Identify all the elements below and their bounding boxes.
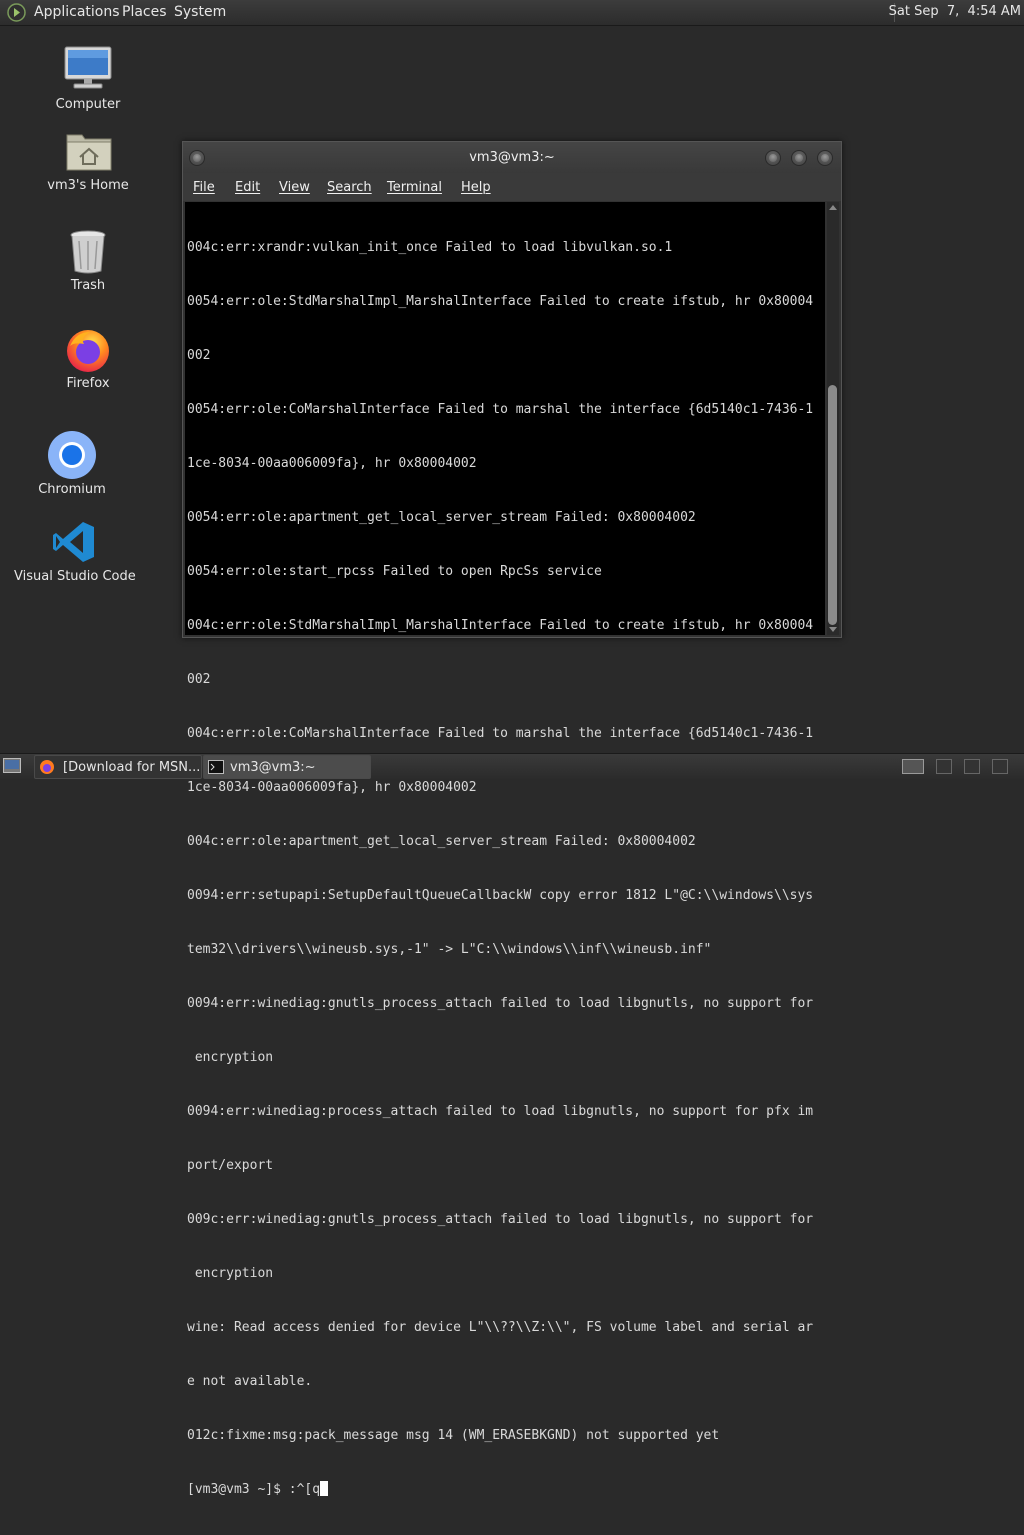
terminal-line: 004c:err:xrandr:vulkan_init_once Failed … bbox=[187, 240, 673, 255]
desktop-icon-label: Firefox bbox=[66, 376, 110, 391]
system-menu[interactable]: System bbox=[174, 4, 226, 20]
terminal-line: 0054:err:ole:start_rpcss Failed to open … bbox=[187, 564, 602, 579]
terminal-line: 0054:err:ole:CoMarshalInterface Failed t… bbox=[187, 402, 814, 417]
desktop-icon-label: Trash bbox=[70, 278, 106, 293]
places-menu[interactable]: Places bbox=[122, 4, 167, 20]
terminal-line: e not available. bbox=[187, 1374, 313, 1389]
desktop-icon-vscode[interactable]: Visual Studio Code bbox=[14, 518, 136, 588]
terminal-line: 0094:err:setupapi:SetupDefaultQueueCallb… bbox=[187, 888, 814, 903]
applications-logo-icon[interactable] bbox=[7, 3, 26, 22]
desktop-icon-label: Chromium bbox=[38, 482, 106, 497]
workspace-switcher-active[interactable] bbox=[902, 759, 924, 774]
home-folder-icon bbox=[66, 134, 112, 171]
terminal-cursor bbox=[320, 1481, 329, 1496]
terminal-line: wine: Read access denied for device L"\\… bbox=[187, 1320, 814, 1335]
terminal-line: 004c:err:ole:apartment_get_local_server_… bbox=[187, 834, 696, 849]
terminal-line: 0094:err:winediag:gnutls_process_attach … bbox=[187, 996, 814, 1011]
scroll-down-arrow[interactable] bbox=[829, 627, 837, 632]
top-panel: Applications Places System Sat Sep 7, 4:… bbox=[0, 0, 1024, 26]
chromium-icon bbox=[48, 431, 96, 479]
terminal-icon bbox=[208, 760, 224, 774]
desktop-icon-home[interactable]: vm3's Home bbox=[40, 127, 136, 197]
terminal-line: encryption bbox=[187, 1050, 274, 1065]
firefox-icon bbox=[40, 760, 54, 774]
desktop-icon-label: vm3's Home bbox=[47, 178, 129, 193]
terminal-output[interactable]: 004c:err:xrandr:vulkan_init_once Failed … bbox=[185, 202, 825, 1497]
desktop-icon-firefox[interactable]: Firefox bbox=[40, 325, 136, 395]
menu-edit[interactable]: Edit bbox=[235, 180, 260, 195]
trash-icon bbox=[70, 230, 106, 274]
desktop-icon-computer[interactable]: Computer bbox=[40, 44, 136, 116]
menu-search[interactable]: Search bbox=[327, 180, 372, 195]
firefox-icon bbox=[67, 330, 109, 372]
window-title: vm3@vm3:~ bbox=[469, 150, 555, 165]
terminal-prompt-line[interactable]: [vm3@vm3 ~]$ :^[q bbox=[187, 1481, 827, 1499]
terminal-line: 0054:err:ole:StdMarshalImpl_MarshalInter… bbox=[187, 294, 814, 309]
scroll-up-arrow[interactable] bbox=[829, 205, 837, 210]
computer-icon bbox=[64, 46, 112, 89]
clock[interactable]: Sat Sep 7, 4:54 AM bbox=[889, 4, 1021, 19]
close-button[interactable] bbox=[817, 150, 833, 166]
terminal-line: 004c:err:ole:StdMarshalImpl_MarshalInter… bbox=[187, 618, 814, 633]
menu-help[interactable]: Help bbox=[461, 180, 491, 195]
terminal-menubar: File Edit View Search Terminal Help bbox=[183, 173, 841, 201]
vscode-icon bbox=[53, 522, 94, 562]
menu-terminal[interactable]: Terminal bbox=[387, 180, 442, 195]
taskbar-item-terminal[interactable]: vm3@vm3:~ bbox=[203, 755, 371, 779]
terminal-scrollbar[interactable] bbox=[827, 202, 839, 635]
menu-file[interactable]: File bbox=[193, 180, 215, 195]
taskbar-item-firefox[interactable]: [Download for MSN... bbox=[34, 755, 202, 779]
desktop-icon-chromium[interactable]: Chromium bbox=[24, 429, 120, 499]
window-titlebar[interactable]: vm3@vm3:~ bbox=[183, 142, 841, 173]
desktop-icon-trash[interactable]: Trash bbox=[40, 227, 136, 297]
terminal-line: 0094:err:winediag:process_attach failed … bbox=[187, 1104, 814, 1119]
terminal-line: 1ce-8034-00aa006009fa}, hr 0x80004002 bbox=[187, 456, 477, 471]
terminal-line: encryption bbox=[187, 1266, 274, 1281]
minimize-button[interactable] bbox=[765, 150, 781, 166]
scrollbar-thumb[interactable] bbox=[828, 385, 837, 625]
taskbar-item-label: [Download for MSN... bbox=[63, 760, 201, 775]
workspace-4[interactable] bbox=[992, 759, 1008, 774]
terminal-line: 002 bbox=[187, 348, 211, 363]
workspace-2[interactable] bbox=[936, 759, 952, 774]
desktop-icon-label: Computer bbox=[55, 97, 121, 112]
terminal-line: 1ce-8034-00aa006009fa}, hr 0x80004002 bbox=[187, 780, 477, 795]
bottom-panel: [Download for MSN... vm3@vm3:~ bbox=[0, 753, 1024, 779]
terminal-window[interactable]: vm3@vm3:~ File Edit View Search Terminal… bbox=[182, 141, 842, 1497]
terminal-line: 0054:err:ole:apartment_get_local_server_… bbox=[187, 510, 696, 525]
terminal-line: 012c:fixme:msg:pack_message msg 14 (WM_E… bbox=[187, 1428, 720, 1443]
applications-menu[interactable]: Applications bbox=[34, 4, 120, 20]
terminal-line: 004c:err:ole:CoMarshalInterface Failed t… bbox=[187, 726, 814, 741]
terminal-line: 009c:err:winediag:gnutls_process_attach … bbox=[187, 1212, 814, 1227]
workspace-3[interactable] bbox=[964, 759, 980, 774]
menu-view[interactable]: View bbox=[279, 180, 310, 195]
terminal-line: port/export bbox=[187, 1158, 274, 1173]
terminal-line: 002 bbox=[187, 672, 211, 687]
maximize-button[interactable] bbox=[791, 150, 807, 166]
terminal-line: tem32\\drivers\\wineusb.sys,-1" -> L"C:\… bbox=[187, 942, 712, 957]
desktop-icon-label: Visual Studio Code bbox=[14, 569, 136, 584]
show-desktop-icon[interactable] bbox=[3, 758, 21, 773]
terminal-prompt: [vm3@vm3 ~]$ :^[q bbox=[187, 1482, 321, 1497]
taskbar-item-label: vm3@vm3:~ bbox=[230, 760, 316, 775]
